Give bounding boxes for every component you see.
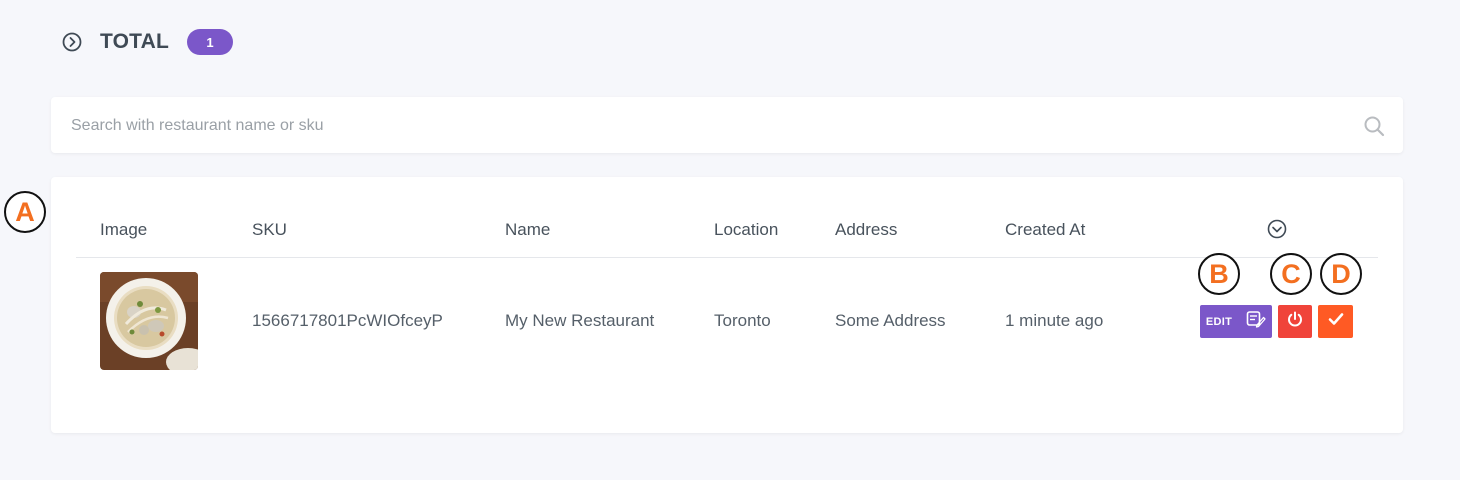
cell-location: Toronto (714, 311, 771, 330)
marker-a: A (4, 191, 46, 233)
chevron-down-circle-icon[interactable] (1267, 219, 1287, 239)
column-header-name: Name (505, 220, 551, 239)
edit-button[interactable]: EDIT (1200, 305, 1272, 338)
total-count-badge: 1 (187, 29, 234, 55)
marker-b: B (1198, 253, 1240, 295)
deactivate-button[interactable] (1278, 305, 1312, 338)
column-header-image: Image (100, 220, 148, 239)
cell-created-at: 1 minute ago (1005, 311, 1104, 330)
column-header-sku: SKU (252, 220, 287, 239)
cell-address: Some Address (835, 311, 946, 330)
marker-c: C (1270, 253, 1312, 295)
restaurant-thumbnail[interactable] (100, 272, 198, 370)
column-header-location: Location (714, 220, 779, 239)
header-divider (76, 257, 1378, 258)
restaurants-table: Image SKU Name Location Address Created … (51, 177, 1403, 433)
cell-sku: 1566717801PcWIOfceyP (252, 311, 443, 330)
search-input[interactable] (69, 111, 1333, 141)
search-bar (51, 97, 1403, 153)
marker-d: D (1320, 253, 1362, 295)
chevron-right-circle-icon[interactable] (62, 32, 82, 52)
total-header: TOTAL 1 (62, 26, 234, 58)
search-icon[interactable] (1363, 115, 1385, 137)
cell-name: My New Restaurant (505, 311, 655, 330)
edit-button-label: EDIT (1205, 315, 1233, 328)
column-header-created-at: Created At (1005, 220, 1086, 239)
column-header-address: Address (835, 220, 898, 239)
edit-note-icon (1246, 310, 1266, 333)
check-icon (1328, 312, 1344, 331)
power-icon (1286, 310, 1304, 333)
approve-button[interactable] (1318, 305, 1353, 338)
total-title: TOTAL (100, 30, 170, 53)
